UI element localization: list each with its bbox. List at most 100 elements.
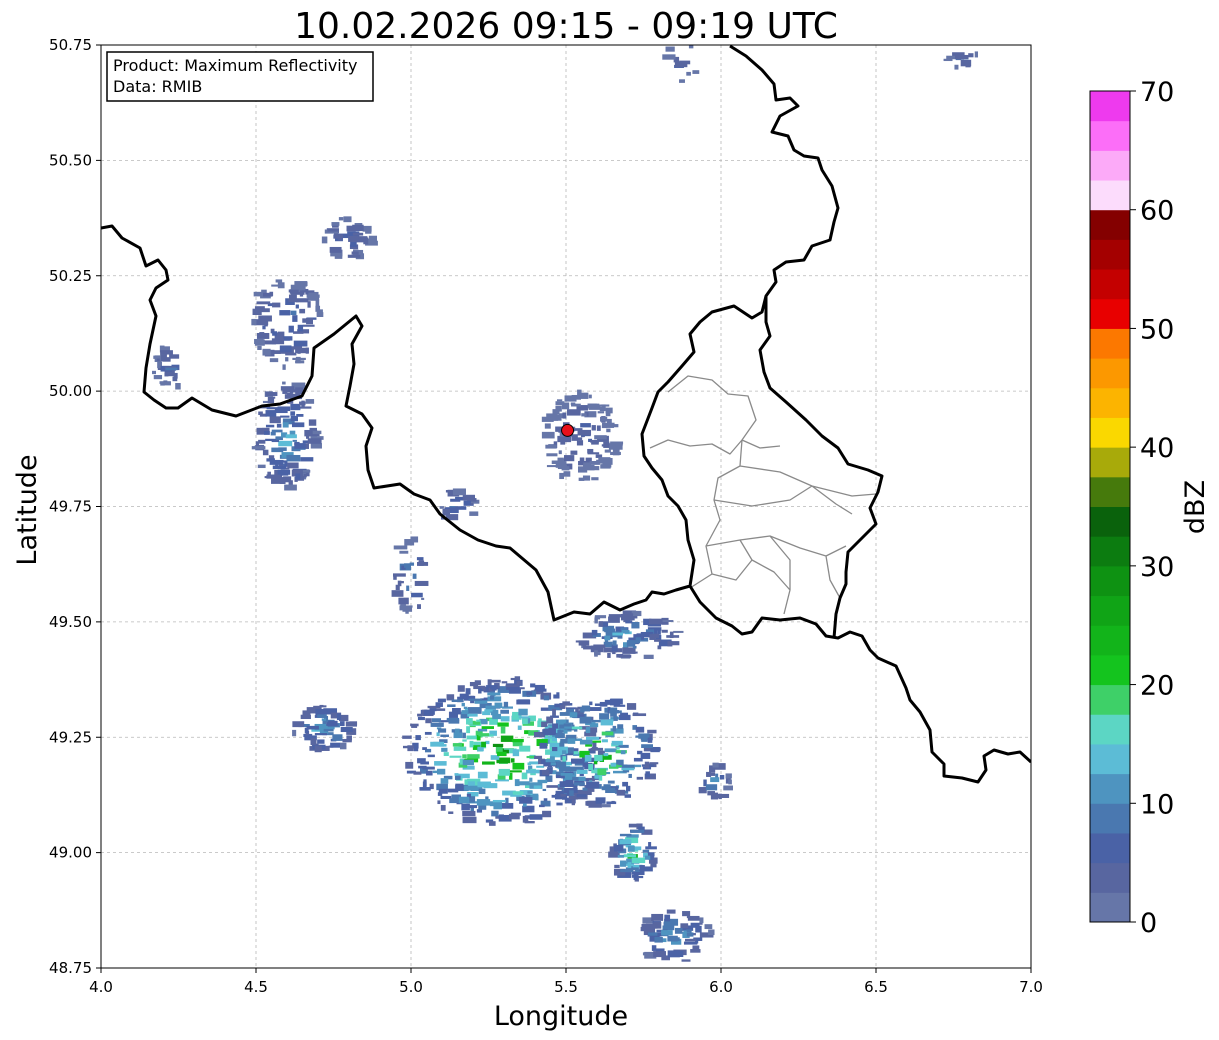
reflectivity-cell: [303, 473, 307, 478]
reflectivity-cell: [292, 315, 298, 322]
reflectivity-cell: [550, 762, 557, 766]
reflectivity-cell: [175, 383, 181, 390]
reflectivity-cell: [674, 927, 683, 934]
reflectivity-cell: [563, 729, 568, 734]
reflectivity-cell: [539, 742, 548, 749]
reflectivity-cell: [634, 764, 642, 768]
radar-site-marker: [561, 423, 575, 437]
colorbar-segment: [1090, 239, 1130, 270]
reflectivity-cell: [257, 345, 262, 350]
reflectivity-cell: [487, 696, 502, 702]
reflectivity-cell: [599, 701, 608, 707]
reflectivity-cell: [399, 605, 413, 608]
reflectivity-cell: [587, 448, 594, 454]
reflectivity-cell: [543, 695, 550, 701]
reflectivity-cell: [579, 739, 593, 745]
reflectivity-cell: [686, 932, 694, 937]
reflectivity-cell: [591, 477, 599, 481]
reflectivity-cell: [644, 855, 651, 860]
reflectivity-cell: [614, 844, 624, 852]
reflectivity-cell: [673, 630, 684, 633]
reflectivity-cell: [686, 916, 696, 919]
reflectivity-cell: [569, 712, 578, 718]
reflectivity-cell: [299, 308, 306, 314]
reflectivity-cell: [519, 745, 531, 752]
colorbar-segment: [1090, 773, 1130, 804]
reflectivity-cell: [555, 405, 562, 412]
reflectivity-cell: [342, 738, 352, 743]
reflectivity-cell: [330, 742, 341, 748]
reflectivity-cell: [600, 416, 608, 422]
reflectivity-cell: [416, 557, 424, 561]
reflectivity-cell: [288, 325, 294, 333]
reflectivity-cell: [288, 298, 299, 303]
map-plot-area[interactable]: [100, 42, 1032, 969]
reflectivity-cell: [517, 699, 530, 704]
reflectivity-cell: [293, 340, 308, 347]
reflectivity-cell: [632, 651, 638, 654]
reflectivity-cell: [712, 762, 719, 768]
reflectivity-cell: [443, 752, 449, 757]
reflectivity-cell: [581, 705, 591, 712]
reflectivity-cell: [578, 640, 590, 646]
reflectivity-cell: [954, 64, 959, 70]
colorbar-segment: [1090, 150, 1130, 181]
reflectivity-cell: [160, 350, 173, 355]
reflectivity-cell: [310, 738, 317, 745]
reflectivity-cell: [301, 290, 315, 293]
reflectivity-cell: [955, 54, 969, 60]
reflectivity-cell: [469, 681, 479, 687]
reflectivity-cell: [487, 692, 501, 696]
reflectivity-cell: [641, 744, 654, 748]
reflectivity-cell: [544, 423, 551, 429]
reflectivity-cell: [265, 438, 277, 442]
reflectivity-cell: [265, 424, 275, 428]
reflectivity-cell: [541, 759, 546, 765]
reflectivity-cell: [682, 911, 691, 917]
reflectivity-cell: [665, 46, 675, 52]
reflectivity-cell: [492, 799, 506, 803]
reflectivity-cell: [708, 929, 715, 936]
reflectivity-cell: [538, 718, 542, 721]
reflectivity-cell: [265, 410, 277, 417]
reflectivity-cell: [583, 645, 595, 650]
reflectivity-cell: [467, 713, 478, 717]
reflectivity-cell: [594, 650, 598, 657]
reflectivity-cell: [405, 761, 414, 769]
reflectivity-cell: [607, 652, 611, 658]
reflectivity-cell: [631, 621, 640, 629]
reflectivity-cell: [571, 758, 585, 764]
reflectivity-cell: [314, 733, 328, 736]
reflectivity-cell: [159, 381, 171, 384]
reflectivity-cell: [441, 747, 448, 752]
colorbar-segment: [1090, 298, 1130, 329]
reflectivity-cell: [422, 766, 435, 770]
colorbar-segment: [1090, 595, 1130, 626]
reflectivity-cell: [332, 734, 343, 741]
reflectivity-cell: [542, 810, 552, 818]
reflectivity-cell: [302, 710, 311, 717]
x-tick-label: 6.5: [864, 978, 888, 996]
reflectivity-cell: [462, 739, 467, 742]
reflectivity-cell: [622, 781, 629, 787]
reflectivity-cell: [651, 913, 664, 921]
reflectivity-cell: [420, 761, 429, 765]
reflectivity-cell: [604, 635, 611, 641]
reflectivity-cell: [563, 723, 571, 727]
reflectivity-cell: [300, 281, 308, 287]
reflectivity-cell: [522, 803, 527, 807]
reflectivity-cell: [440, 778, 449, 784]
reflectivity-cell: [266, 407, 279, 410]
reflectivity-cell: [570, 450, 578, 455]
colorbar-segment: [1090, 625, 1130, 656]
reflectivity-cell: [339, 742, 347, 750]
reflectivity-cell: [262, 325, 266, 330]
reflectivity-cell: [616, 789, 626, 796]
y-tick-label: 50.25: [49, 267, 92, 285]
reflectivity-cell: [391, 590, 404, 597]
reflectivity-cell: [635, 726, 645, 733]
reflectivity-cell: [559, 766, 571, 772]
x-tick-label: 5.5: [554, 978, 578, 996]
reflectivity-cell: [620, 869, 634, 873]
reflectivity-cell: [562, 412, 567, 419]
